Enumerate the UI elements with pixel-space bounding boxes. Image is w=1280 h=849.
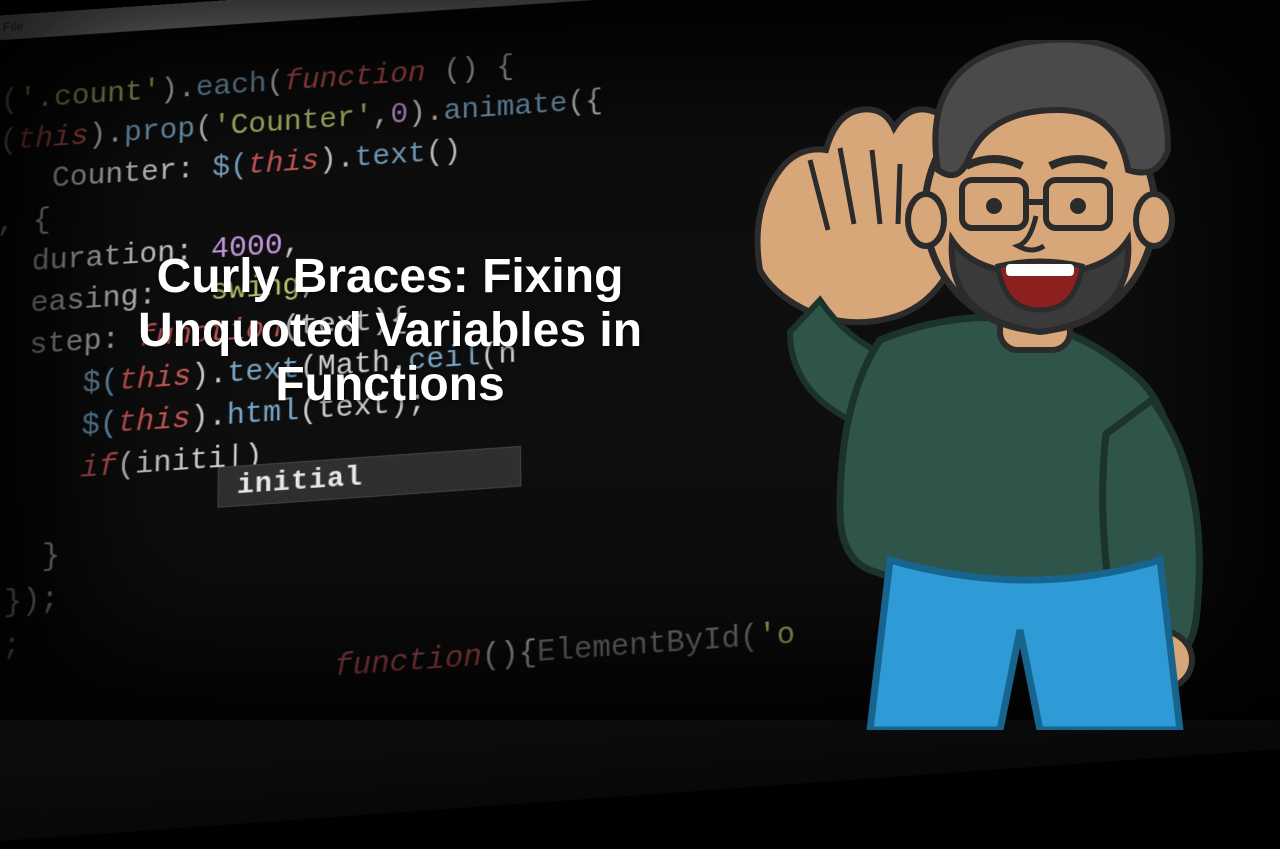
t: () { (426, 51, 514, 90)
t (0, 452, 81, 494)
code-editor: ne Text File e.html 4 5 6 7 8 $('.count'… (0, 0, 1280, 848)
t: this (248, 145, 320, 183)
t: 'Counter' (213, 101, 373, 145)
t: ( (195, 112, 213, 146)
autocomplete-suggestion: initial (237, 462, 363, 502)
slide-title: Curly Braces: Fixing Unquoted Variables … (110, 250, 670, 411)
t: , (373, 100, 391, 134)
t: function (284, 57, 426, 99)
t: this (17, 120, 89, 158)
t: ( (266, 67, 284, 101)
t: ). (408, 96, 443, 131)
t: }); (0, 583, 59, 625)
t: ). (160, 73, 196, 108)
t: $( (212, 150, 248, 185)
t (0, 368, 83, 410)
t: animate (443, 88, 567, 129)
menubar-file: File (2, 14, 23, 40)
t: $( (0, 85, 19, 120)
t: ({ (567, 85, 603, 120)
t (0, 410, 82, 452)
t: Counter: (0, 152, 213, 201)
t: }); (0, 629, 21, 668)
stage: ne Text File e.html 4 5 6 7 8 $('.count'… (0, 0, 1280, 720)
t: prop (124, 113, 196, 151)
t: () (426, 135, 462, 170)
t: } (0, 539, 60, 580)
t: 0 (390, 98, 408, 132)
t: 'o (758, 618, 796, 656)
t: $( (0, 125, 18, 160)
t: text (355, 138, 426, 176)
t: ). (319, 143, 355, 178)
t: each (196, 68, 267, 105)
t: (){ (482, 636, 538, 675)
t (0, 650, 334, 712)
t: '.count' (18, 75, 161, 117)
t: ). (88, 118, 124, 153)
t: if (80, 450, 117, 487)
t: function (334, 640, 482, 686)
t: $( (81, 407, 118, 444)
t: ElementById( (537, 620, 759, 671)
t: }, { (0, 204, 51, 242)
